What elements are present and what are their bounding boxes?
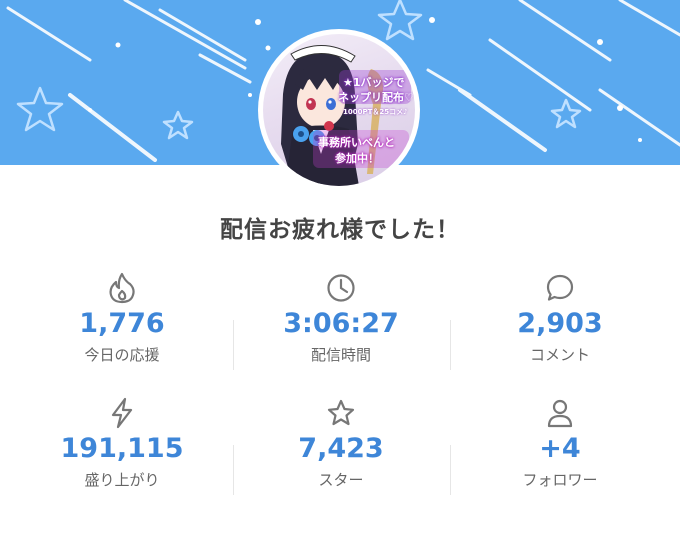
stat-comments: 2,903 コメント [480, 268, 640, 365]
avatar-caption-4: 事務所いべんと [318, 136, 395, 149]
stat-value: 2,903 [517, 308, 603, 339]
stat-label: 配信時間 [310, 346, 371, 364]
star-icon [261, 393, 421, 433]
stat-value: 3:06:27 [283, 308, 399, 339]
divider [233, 320, 234, 370]
fire-icon [42, 268, 202, 308]
avatar-image: ★1バッジで ネップリ配布♡ 1000PT＆25コメ♪ 事務所いべんと 参加中！ [263, 34, 415, 186]
user-icon [480, 393, 640, 433]
stat-label: フォロワー [522, 471, 598, 489]
stat-value: +4 [539, 433, 581, 464]
stat-label: 今日の応援 [84, 346, 160, 364]
clock-icon [261, 268, 421, 308]
stat-label: スター [318, 471, 364, 489]
avatar-caption-5: 参加中！ [335, 152, 379, 165]
avatar-caption-1: ★1バッジで [343, 76, 405, 89]
stat-value: 1,776 [79, 308, 165, 339]
stat-value: 7,423 [298, 433, 384, 464]
stat-value: 191,115 [60, 433, 184, 464]
divider [450, 445, 451, 495]
stat-stars: 7,423 スター [261, 393, 421, 490]
stat-label: 盛り上がり [84, 471, 160, 489]
avatar[interactable]: ★1バッジで ネップリ配布♡ 1000PT＆25コメ♪ 事務所いべんと 参加中！ [258, 29, 420, 191]
stat-support: 1,776 今日の応援 [42, 268, 202, 365]
divider [450, 320, 451, 370]
stat-stream-time: 3:06:27 配信時間 [261, 268, 421, 365]
avatar-caption-2: ネップリ配布♡ [338, 91, 414, 104]
divider [233, 445, 234, 495]
stat-followers: +4 フォロワー [480, 393, 640, 490]
comment-icon [480, 268, 640, 308]
page-title: 配信お疲れ様でした！ [220, 217, 460, 243]
stat-label: コメント [529, 346, 590, 364]
avatar-caption-3: 1000PT＆25コメ♪ [343, 108, 408, 116]
lightning-icon [42, 393, 202, 433]
stat-excitement: 191,115 盛り上がり [42, 393, 202, 490]
